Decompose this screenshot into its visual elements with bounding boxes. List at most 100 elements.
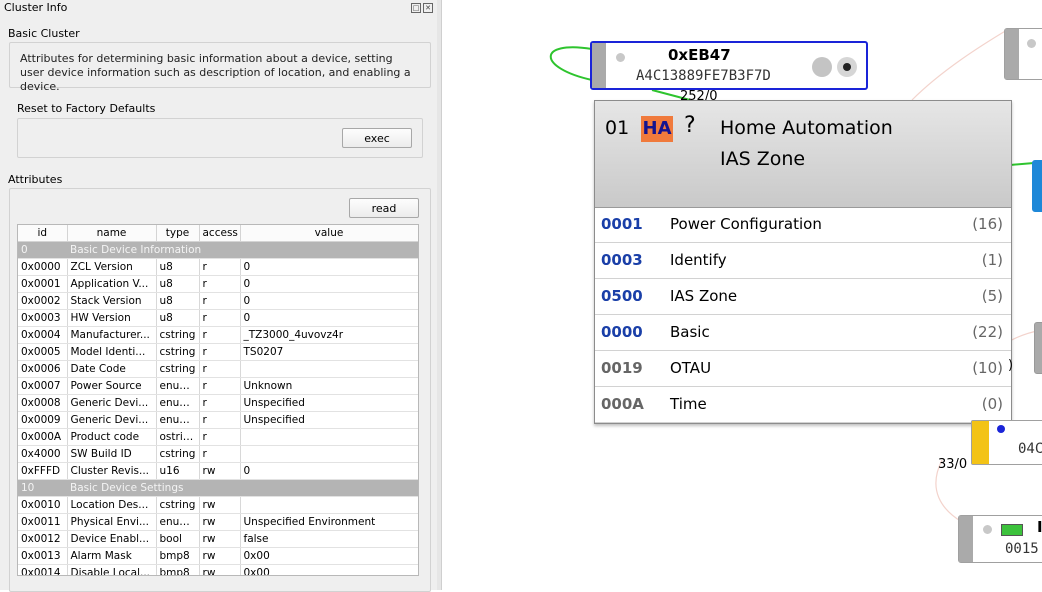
- attribute-row[interactable]: 0x0014 Disable Local... bmp8 rw 0x00: [18, 564, 418, 575]
- endpoint-popup[interactable]: 01 HA ? Home Automation IAS Zone 0001 Pow…: [594, 100, 1012, 424]
- network-canvas[interactable]: 0xEB47 A4C13889FE7B3F7D 252/0 01 HA ? Ho…: [442, 0, 1042, 590]
- endpoint-circle-icon[interactable]: [812, 57, 832, 77]
- attribute-name: Disable Local...: [67, 564, 157, 575]
- attribute-type: u8: [156, 292, 200, 310]
- device-node-partial[interactable]: 04C: [971, 420, 1042, 465]
- attribute-value: 0: [240, 292, 418, 310]
- description-box: Attributes for determining basic informa…: [9, 42, 431, 93]
- attribute-id: 0x0012: [18, 530, 68, 548]
- attribute-row[interactable]: 0x0001 Application V... u8 r 0: [18, 275, 418, 293]
- cluster-row[interactable]: 0003 Identify (1): [595, 243, 1011, 279]
- cluster-name: Basic Cluster: [8, 27, 80, 40]
- attribute-type: bool: [156, 530, 200, 548]
- attribute-id: 0x0010: [18, 496, 68, 514]
- attribute-name: Alarm Mask: [67, 547, 157, 565]
- attribute-access: rw: [199, 496, 241, 514]
- ha-profile-icon: HA: [641, 116, 673, 142]
- cluster-row[interactable]: 000A Time (0): [595, 387, 1011, 423]
- device-node-partial[interactable]: [1034, 322, 1042, 374]
- group-name: Basic Device Settings: [67, 479, 418, 497]
- exec-button[interactable]: exec: [342, 128, 412, 148]
- col-header-id[interactable]: id: [18, 225, 68, 242]
- attribute-row[interactable]: 0xFFFD Cluster Revis... u16 rw 0: [18, 462, 418, 480]
- attribute-group-row[interactable]: 0 Basic Device Information: [18, 241, 418, 259]
- attribute-access: rw: [199, 513, 241, 531]
- attribute-type: cstring: [156, 445, 200, 463]
- attribute-row[interactable]: 0x0011 Physical Envi... enum8 rw Unspecified…: [18, 513, 418, 531]
- cluster-name: IAS Zone: [670, 287, 738, 305]
- col-header-name[interactable]: name: [67, 225, 157, 242]
- node-status-icon: [1027, 39, 1036, 48]
- attribute-row[interactable]: 0x0013 Alarm Mask bmp8 rw 0x00: [18, 547, 418, 565]
- col-header-value[interactable]: value: [240, 225, 418, 242]
- device-node-partial[interactable]: I 0015: [958, 515, 1042, 563]
- attributes-table-body: 0 Basic Device Information 0x0000 ZCL Versi…: [18, 241, 418, 575]
- cluster-row[interactable]: 0001 Power Configuration (16): [595, 207, 1011, 243]
- device-node-partial[interactable]: [1004, 28, 1042, 80]
- read-button[interactable]: read: [349, 198, 419, 218]
- attribute-access: r: [199, 394, 241, 412]
- attribute-value: 0: [240, 275, 418, 293]
- node-mac-partial: 04C: [1018, 441, 1042, 457]
- attribute-row[interactable]: 0x0006 Date Code cstring r: [18, 360, 418, 378]
- device-node-partial[interactable]: [1032, 160, 1042, 212]
- cluster-row[interactable]: 0500 IAS Zone (5): [595, 279, 1011, 315]
- attribute-type: cstring: [156, 326, 200, 344]
- cluster-info-panel: Cluster Info □ ✕ Basic Cluster Attribute…: [0, 0, 438, 592]
- close-panel-icon[interactable]: ✕: [423, 3, 433, 13]
- cluster-attribute-count: (16): [972, 215, 1003, 233]
- cluster-row[interactable]: 0000 Basic (22): [595, 315, 1011, 351]
- panel-title: Cluster Info: [4, 1, 68, 14]
- attribute-access: r: [199, 326, 241, 344]
- attribute-row[interactable]: 0x0008 Generic Devi... enum8 r Unspecified: [18, 394, 418, 412]
- node-grip: [972, 421, 989, 464]
- node-mac-address: A4C13889FE7B3F7D: [636, 68, 771, 84]
- cluster-attribute-count: (22): [972, 323, 1003, 341]
- attribute-row[interactable]: 0x4000 SW Build ID cstring r: [18, 445, 418, 463]
- attribute-row[interactable]: 0x0012 Device Enabl... bool rw false: [18, 530, 418, 548]
- battery-icon: [1001, 524, 1023, 536]
- attribute-type: bmp8: [156, 564, 200, 575]
- attribute-id: 0x0001: [18, 275, 68, 293]
- table-header-row: id name type access value: [18, 225, 418, 242]
- attribute-id: 0x4000: [18, 445, 68, 463]
- attribute-row[interactable]: 0x0000 ZCL Version u8 r 0: [18, 258, 418, 276]
- attribute-value: [240, 360, 418, 378]
- endpoint-profile: Home Automation: [720, 117, 893, 139]
- attribute-value: 0: [240, 309, 418, 327]
- attribute-group-row[interactable]: 10 Basic Device Settings: [18, 479, 418, 497]
- attribute-access: rw: [199, 530, 241, 548]
- cluster-row[interactable]: 0019 OTAU (10): [595, 351, 1011, 387]
- node-grip: [592, 43, 606, 88]
- attribute-row[interactable]: 0x0005 Model Identi... cstring r TS0207: [18, 343, 418, 361]
- float-panel-icon[interactable]: □: [411, 3, 421, 13]
- attribute-name: HW Version: [67, 309, 157, 327]
- col-header-access[interactable]: access: [199, 225, 241, 242]
- link-line: [911, 29, 1008, 101]
- attribute-row[interactable]: 0x0002 Stack Version u8 r 0: [18, 292, 418, 310]
- attribute-row[interactable]: 0x0004 Manufacturer... cstring r _TZ3000_4uv…: [18, 326, 418, 344]
- endpoint-header: 01 HA ? Home Automation IAS Zone: [595, 101, 1011, 208]
- attribute-row[interactable]: 0x0007 Power Source enum8 r Unknown: [18, 377, 418, 395]
- attributes-table[interactable]: id name type access value 0 Basic Device …: [17, 224, 419, 576]
- attribute-row[interactable]: 0x0009 Generic Devi... enum8 r Unspecified: [18, 411, 418, 429]
- link-line: [1009, 162, 1035, 166]
- attribute-type: u16: [156, 462, 200, 480]
- edge-partial-label: ): [1008, 358, 1014, 373]
- attribute-value: 0: [240, 462, 418, 480]
- attribute-name: Stack Version: [67, 292, 157, 310]
- attribute-value: [240, 428, 418, 446]
- attribute-row[interactable]: 0x000A Product code ostring r: [18, 428, 418, 446]
- node-status-icon: [983, 525, 992, 534]
- endpoint-circle-icon[interactable]: [837, 57, 857, 77]
- attribute-row[interactable]: 0x0010 Location Des... cstring rw: [18, 496, 418, 514]
- cluster-name: Power Configuration: [670, 215, 822, 233]
- selected-device-node[interactable]: 0xEB47 A4C13889FE7B3F7D: [590, 41, 868, 90]
- col-header-type[interactable]: type: [156, 225, 200, 242]
- attribute-row[interactable]: 0x0003 HW Version u8 r 0: [18, 309, 418, 327]
- attribute-name: Power Source: [67, 377, 157, 395]
- cluster-id: 0500: [601, 287, 643, 305]
- attribute-id: 0x0002: [18, 292, 68, 310]
- attribute-name: SW Build ID: [67, 445, 157, 463]
- attribute-name: Location Des...: [67, 496, 157, 514]
